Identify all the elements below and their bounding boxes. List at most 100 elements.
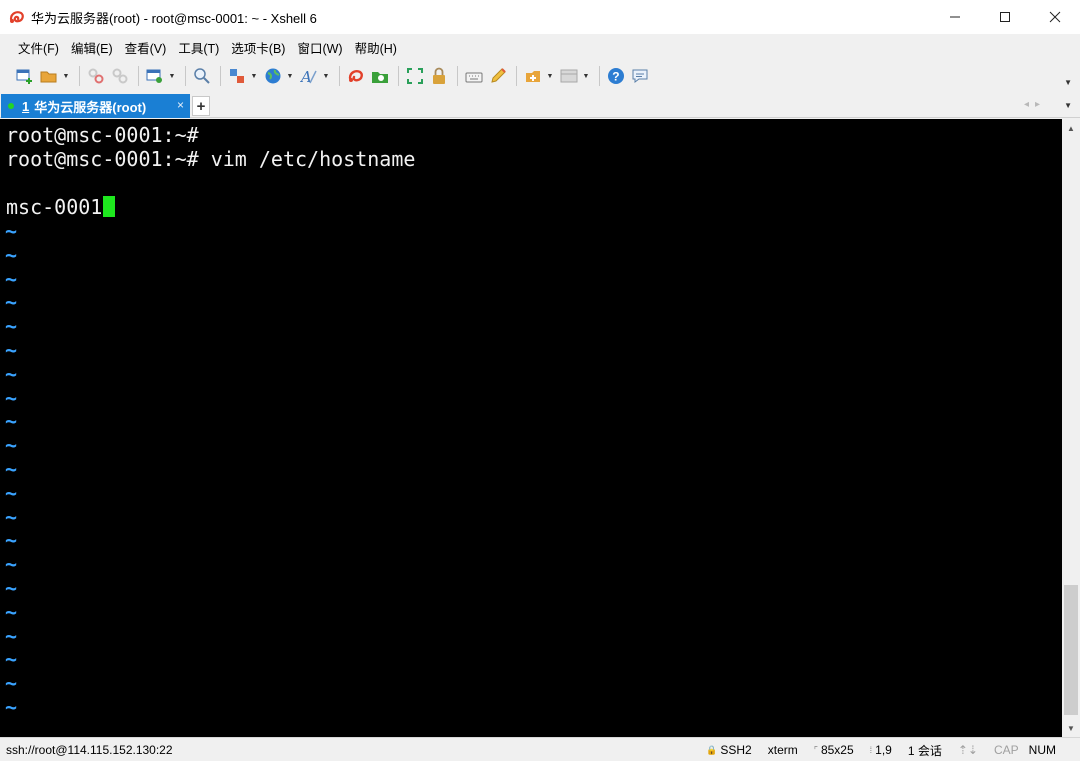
help-icon[interactable]: ?: [605, 65, 627, 87]
vim-tilde-line: ~: [5, 576, 18, 600]
menu-tabs[interactable]: 选项卡(B): [225, 38, 291, 57]
vim-tilde-line: ~: [5, 457, 18, 481]
fullscreen-icon[interactable]: [404, 65, 426, 87]
open-folder-icon[interactable]: [38, 65, 60, 87]
vim-tilde-line: ~: [5, 409, 18, 434]
tab-session[interactable]: 1 华为云服务器(root) ×: [1, 94, 190, 118]
menu-file[interactable]: 文件(F): [12, 38, 65, 57]
menu-window[interactable]: 窗口(W): [291, 38, 348, 57]
transfer-dropdown-caret[interactable]: ▼: [250, 65, 258, 87]
toolbar-separator: [457, 66, 458, 86]
font-dropdown-caret[interactable]: ▼: [322, 65, 330, 87]
hostname-text: msc-0001: [6, 195, 103, 219]
menu-edit[interactable]: 编辑(E): [65, 38, 119, 57]
terminal-cursor: [103, 196, 116, 217]
connected-status-icon: [8, 103, 14, 109]
vim-tilde-line: ~: [5, 242, 18, 267]
scroll-up-arrow-icon[interactable]: ▲: [1062, 119, 1080, 137]
vim-tilde-line: ~: [5, 599, 18, 624]
transfer-icon[interactable]: [226, 65, 248, 87]
minimize-button[interactable]: [930, 0, 980, 34]
font-icon[interactable]: A: [298, 65, 320, 87]
protocol-status: 🔒 SSH2: [706, 743, 752, 757]
toolbar-separator: [398, 66, 399, 86]
tab-number: 1: [22, 98, 30, 114]
close-icon: [1049, 11, 1061, 23]
protocol-label: SSH2: [720, 743, 752, 757]
toolbar-separator: [516, 66, 517, 86]
script-dropdown-caret[interactable]: ▼: [546, 65, 554, 87]
status-bar: ssh://root@114.115.152.130:22 🔒 SSH2 xter…: [0, 737, 1080, 761]
vim-tilde-line: ~: [5, 385, 18, 410]
maximize-button[interactable]: [980, 0, 1030, 34]
cursor-position-status: ⁞ 1,9: [870, 743, 892, 757]
layout-dropdown-caret[interactable]: ▼: [582, 65, 590, 87]
menu-tools[interactable]: 工具(T): [172, 38, 225, 57]
xshell-logo-icon: [7, 7, 27, 27]
lock-small-icon: 🔒: [706, 744, 718, 755]
minimize-icon: [950, 16, 960, 18]
vim-tilde-line: ~: [5, 433, 18, 458]
properties-dropdown-caret[interactable]: ▼: [168, 65, 176, 87]
highlight-icon[interactable]: [487, 65, 509, 87]
maximize-icon: [1000, 12, 1010, 22]
xftp-icon[interactable]: [369, 65, 391, 87]
vim-tilde-line: ~: [5, 647, 18, 672]
globe-dropdown-caret[interactable]: ▼: [286, 65, 294, 87]
tab-scroll-arrows-icon[interactable]: ◂▸: [1024, 99, 1046, 110]
window-controls: [930, 0, 1080, 34]
disconnect-icon[interactable]: [109, 65, 131, 87]
globe-icon[interactable]: [262, 65, 284, 87]
caps-lock-indicator: CAP: [993, 743, 1019, 757]
tab-bar: 1 华为云服务器(root) × + ◂▸ ▼: [0, 94, 1080, 118]
vim-tilde-line: ~: [5, 480, 18, 505]
vim-tilde-line: ~: [5, 314, 18, 339]
svg-text:?: ?: [612, 70, 619, 84]
cursor-position: 1,9: [875, 743, 892, 757]
terminal-line: root@msc-0001:~#: [6, 123, 199, 147]
find-icon[interactable]: [191, 65, 213, 87]
layout-icon[interactable]: [558, 65, 580, 87]
open-dropdown-caret[interactable]: ▼: [62, 65, 70, 87]
script-icon[interactable]: [522, 65, 544, 87]
vim-tilde-line: ~: [5, 361, 18, 386]
status-fields: 🔒 SSH2 xterm ⌜ 85x25 ⁞ 1,9 1 会话 ⇡⇣ CAP NUM: [690, 738, 1056, 761]
scroll-thumb[interactable]: [1064, 585, 1078, 715]
connect-icon[interactable]: [85, 65, 107, 87]
scroll-down-arrow-icon[interactable]: ▼: [1062, 719, 1080, 737]
tab-close-icon[interactable]: ×: [177, 98, 184, 112]
position-icon: ⁞: [869, 745, 873, 755]
menu-view[interactable]: 查看(V): [119, 38, 173, 57]
terminal-type: xterm: [767, 743, 798, 757]
toolbar-separator: [339, 66, 340, 86]
vim-tilde-line: ~: [5, 695, 18, 719]
tab-list-chevron-icon[interactable]: ▼: [1064, 101, 1072, 110]
toolbar-separator: [185, 66, 186, 86]
properties-icon[interactable]: [144, 65, 166, 87]
chat-icon[interactable]: [629, 65, 651, 87]
terminal-scrollbar[interactable]: ▲ ▼: [1062, 119, 1080, 737]
new-session-icon[interactable]: [14, 65, 36, 87]
lock-icon[interactable]: [428, 65, 450, 87]
toolbar-overflow-chevron-icon[interactable]: ▼: [1064, 78, 1072, 87]
keyboard-icon[interactable]: [463, 65, 485, 87]
xshell-icon[interactable]: [345, 65, 367, 87]
vim-tilde-line: ~: [5, 671, 18, 696]
vim-tilde-line: ~: [5, 338, 18, 362]
toolbar-separator: [599, 66, 600, 86]
terminal-view[interactable]: root@msc-0001:~# root@msc-0001:~# vim /e…: [0, 119, 1062, 737]
close-button[interactable]: [1030, 0, 1080, 34]
new-tab-button[interactable]: +: [192, 96, 210, 116]
toolbar-separator: [79, 66, 80, 86]
transfer-arrows-icon: ⇡⇣: [957, 743, 978, 757]
connection-address: ssh://root@114.115.152.130:22: [6, 742, 173, 757]
vim-tilde-line: ~: [5, 266, 18, 291]
scroll-track[interactable]: [1062, 137, 1080, 719]
session-count: 1 会话: [907, 743, 942, 758]
menu-help[interactable]: 帮助(H): [349, 38, 403, 57]
terminal-line: msc-0001: [6, 195, 116, 219]
vim-tilde-line: ~: [5, 290, 18, 315]
toolbar-separator: [138, 66, 139, 86]
vim-tilde-line: ~: [5, 528, 18, 553]
vim-tilde-line: ~: [5, 219, 18, 243]
